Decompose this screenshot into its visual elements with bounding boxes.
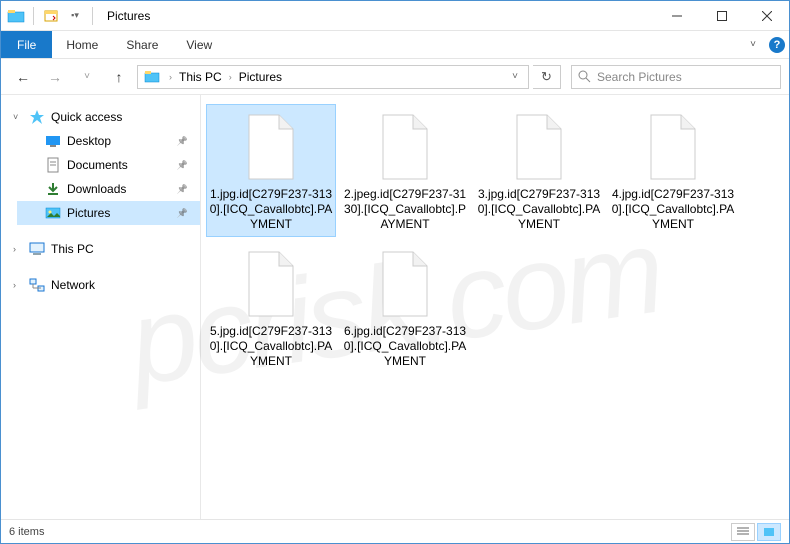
file-name: 2.jpeg.id[C279F237-3130].[ICQ_Cavallobtc… [343,187,467,232]
desktop-icon [45,133,61,149]
navigation-bar: ← → ˅ ↑ › This PC › Pictures ˅ ↻ Search … [1,59,789,95]
sidebar-this-pc[interactable]: › This PC [1,237,200,261]
recent-dropdown-icon[interactable]: ˅ [73,63,101,91]
sidebar-item-label: Pictures [67,206,110,220]
blank-file-icon [373,248,437,320]
blank-file-icon [641,111,705,183]
qat-properties-icon[interactable] [40,5,62,27]
star-icon [29,109,45,125]
quick-access-toolbar: ▪▾ [40,5,86,27]
file-name: 5.jpg.id[C279F237-3130].[ICQ_Cavallobtc]… [209,324,333,369]
file-tab[interactable]: File [1,31,52,58]
tab-view[interactable]: View [172,31,226,58]
file-item[interactable]: 5.jpg.id[C279F237-3130].[ICQ_Cavallobtc]… [207,242,335,373]
file-name: 3.jpg.id[C279F237-3130].[ICQ_Cavallobtc]… [477,187,601,232]
sidebar-item-label: This PC [51,242,94,256]
chevron-right-icon[interactable]: › [13,244,23,254]
maximize-button[interactable] [699,1,744,30]
pictures-icon [45,205,61,221]
view-buttons [731,523,781,541]
sidebar-item-desktop[interactable]: Desktop [17,129,200,153]
computer-icon [29,241,45,257]
icons-view-button[interactable] [757,523,781,541]
details-view-button[interactable] [731,523,755,541]
blank-file-icon [373,111,437,183]
network-icon [29,277,45,293]
separator [33,7,34,25]
search-icon [578,70,591,83]
sidebar-item-label: Documents [67,158,128,172]
content-area: pcrisk.com ˅ Quick access Desktop [1,95,789,519]
minimize-button[interactable] [654,1,699,30]
documents-icon [45,157,61,173]
up-button[interactable]: ↑ [105,63,133,91]
chevron-right-icon[interactable]: › [166,72,175,82]
breadcrumb-root-icon[interactable] [142,70,164,84]
blank-file-icon [239,111,303,183]
explorer-window: ▪▾ Pictures File Home Share View ˅ ? ← →… [0,0,790,544]
sidebar-item-label: Network [51,278,95,292]
chevron-down-icon[interactable]: ˅ [13,112,23,122]
folder-app-icon [7,8,27,24]
breadcrumb-thispc[interactable]: This PC [177,70,224,84]
tab-home[interactable]: Home [52,31,112,58]
ribbon: File Home Share View ˅ ? [1,31,789,59]
file-item[interactable]: 3.jpg.id[C279F237-3130].[ICQ_Cavallobtc]… [475,105,603,236]
sidebar-item-label: Desktop [67,134,111,148]
close-button[interactable] [744,1,789,30]
blank-file-icon [239,248,303,320]
sidebar-item-pictures[interactable]: Pictures [17,201,200,225]
titlebar: ▪▾ Pictures [1,1,789,31]
ribbon-expand-icon[interactable]: ˅ [741,31,765,58]
sidebar-item-label: Downloads [67,182,126,196]
file-item[interactable]: 1.jpg.id[C279F237-3130].[ICQ_Cavallobtc]… [207,105,335,236]
sidebar-quick-access[interactable]: ˅ Quick access [1,105,200,129]
search-input[interactable]: Search Pictures [571,65,781,89]
file-name: 4.jpg.id[C279F237-3130].[ICQ_Cavallobtc]… [611,187,735,232]
tab-share[interactable]: Share [112,31,172,58]
file-item[interactable]: 2.jpeg.id[C279F237-3130].[ICQ_Cavallobtc… [341,105,469,236]
window-controls [654,1,789,30]
sidebar-item-downloads[interactable]: Downloads [17,177,200,201]
qat-dropdown-icon[interactable]: ▪▾ [64,5,86,27]
breadcrumb-pictures[interactable]: Pictures [237,70,284,84]
refresh-button[interactable]: ↻ [533,65,561,89]
help-button[interactable]: ? [765,31,789,58]
chevron-right-icon[interactable]: › [13,280,23,290]
sidebar-item-documents[interactable]: Documents [17,153,200,177]
status-bar: 6 items [1,519,789,543]
navigation-pane: ˅ Quick access Desktop Documents [1,95,201,519]
window-title: Pictures [107,9,150,23]
forward-button[interactable]: → [41,63,69,91]
file-name: 1.jpg.id[C279F237-3130].[ICQ_Cavallobtc]… [209,187,333,232]
back-button[interactable]: ← [9,63,37,91]
address-bar[interactable]: › This PC › Pictures ˅ [137,65,529,89]
file-item[interactable]: 4.jpg.id[C279F237-3130].[ICQ_Cavallobtc]… [609,105,737,236]
search-placeholder: Search Pictures [597,70,682,84]
file-item[interactable]: 6.jpg.id[C279F237-3130].[ICQ_Cavallobtc]… [341,242,469,373]
sidebar-item-label: Quick access [51,110,122,124]
blank-file-icon [507,111,571,183]
chevron-right-icon[interactable]: › [226,72,235,82]
help-icon: ? [769,37,785,53]
address-dropdown-icon[interactable]: ˅ [506,71,524,82]
file-list[interactable]: 1.jpg.id[C279F237-3130].[ICQ_Cavallobtc]… [201,95,789,519]
downloads-icon [45,181,61,197]
sidebar-network[interactable]: › Network [1,273,200,297]
status-item-count: 6 items [9,526,44,538]
file-name: 6.jpg.id[C279F237-3130].[ICQ_Cavallobtc]… [343,324,467,369]
separator [92,7,93,25]
